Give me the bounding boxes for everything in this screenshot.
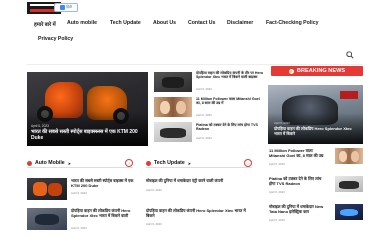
article-thumbnail[interactable] (154, 122, 192, 142)
feature-date: April 6, 2023 (274, 121, 290, 125)
breaking-news-label: BREAKING NEWS (296, 68, 346, 74)
section-header-auto-mobile: Auto Mobile ➤ › (27, 158, 133, 168)
thumbnail-face (160, 101, 170, 114)
thumbnail-motorcycle (35, 214, 59, 225)
breaking-feature-article[interactable]: April 6, 2023 दोपहिया वाहन की लोकप्रिय H… (268, 85, 363, 144)
arrow-right-icon: ➤ (187, 160, 192, 166)
breaking-item-title[interactable]: मोबाइल की दुनिया में धमाकेदार New Tata N… (269, 204, 329, 214)
article-date: April 6, 2023 (196, 87, 212, 91)
view-more-button[interactable]: › (125, 159, 133, 167)
nav-item-fact-checking[interactable]: Fact-Checking Policy (266, 20, 318, 26)
feature-title[interactable]: दोपहिया वाहन की लोकप्रिय Hero Splendor X… (274, 126, 360, 136)
nav-item-contact-us[interactable]: Contact Us (188, 20, 215, 26)
article-thumbnail[interactable] (27, 208, 67, 230)
article-date: April 6, 2023 (196, 113, 212, 117)
article-title[interactable]: मोबाइल की दुनिया में धमाकेदार एंट्री करन… (146, 178, 252, 183)
section-underline (146, 167, 252, 168)
thumbnail-face (176, 101, 186, 114)
breaking-item-date: April 6, 2023 (269, 218, 285, 222)
article-thumbnail[interactable] (154, 97, 192, 117)
thumbnail-car (340, 209, 358, 216)
breaking-item-thumbnail[interactable] (335, 148, 363, 164)
hero-title[interactable]: भारत की सबसे सस्ती स्पोर्ट्स बाइक्स्स्र्… (31, 129, 145, 141)
thumbnail-face (339, 151, 347, 162)
breaking-item-title[interactable]: Platina को टक्कर देने के लिए लांच होगा T… (269, 176, 329, 186)
breaking-item-date: April 6, 2023 (269, 162, 285, 166)
section-header-tech-update: Tech Update ➤ › (146, 158, 252, 168)
breaking-item-thumbnail[interactable] (335, 176, 363, 192)
breaking-item-title[interactable]: 11 Million Follower वाला Mitanshi Goel क… (269, 148, 329, 158)
thumbnail-motorcycle (33, 182, 47, 196)
thumbnail-face (351, 151, 359, 162)
section-title[interactable]: Auto Mobile (35, 160, 65, 166)
nav-item-auto-mobile[interactable]: Auto mobile (67, 20, 97, 26)
breaking-news-header: ⚡ BREAKING NEWS (271, 66, 363, 76)
article-date: April 6, 2023 (146, 188, 162, 192)
nav-item-privacy-policy[interactable]: Privacy Policy (38, 36, 73, 42)
article-title[interactable]: दोपहिया वाहन की लोकप्रिय कंपनी Hero Sple… (146, 208, 252, 218)
article-title[interactable]: 11 Million Follower वाला Mitanshi Goel क… (196, 97, 264, 106)
breaking-item-date: April 6, 2023 (269, 190, 285, 194)
section-underline (27, 167, 133, 168)
hero-date: April 6, 2023 (31, 124, 49, 128)
thumbnail-motorcycle (160, 128, 186, 138)
thumbnail-motorcycle (162, 77, 184, 88)
nav-item-about-hindi[interactable]: हमारे बारे में (34, 20, 56, 28)
view-more-button[interactable]: › (244, 159, 252, 167)
article-title[interactable]: दोपहिया वाहन की लोकप्रिय कंपनी के तौर पर… (196, 71, 264, 80)
feature-image-badge (340, 91, 358, 99)
section-title[interactable]: Tech Update (154, 160, 185, 166)
article-date: April 6, 2023 (146, 222, 162, 226)
thumbnail-motorcycle (48, 183, 62, 196)
nav-item-tech-update[interactable]: Tech Update (110, 20, 141, 26)
breaking-item-thumbnail[interactable] (335, 204, 363, 220)
article-date: April 6, 2023 (71, 226, 87, 230)
nav-item-disclaimer[interactable]: Disclaimer (227, 20, 253, 26)
language-selector[interactable]: हिंदी (54, 3, 78, 12)
article-title[interactable]: Platina को टक्कर देने के लिए लांच होगा T… (196, 123, 264, 132)
section-dot-icon (146, 160, 151, 166)
header-divider (27, 64, 363, 65)
nav-item-about-us[interactable]: About Us (153, 20, 176, 26)
article-date: April 6, 2023 (196, 136, 212, 140)
google-translate-icon (60, 5, 66, 10)
article-title[interactable]: भारत की सबसे सस्ती स्पोर्ट्स बाइक्स में … (71, 178, 135, 188)
arrow-right-icon: ➤ (67, 160, 72, 166)
section-dot-icon (27, 160, 32, 166)
search-icon[interactable] (346, 51, 354, 59)
language-label: हिंदी (66, 5, 72, 9)
thumbnail-motorcycle (339, 181, 359, 189)
article-title[interactable]: दोपहिया वाहन की लोकप्रिय कंपनी Hero Sple… (71, 208, 135, 218)
article-thumbnail[interactable] (154, 72, 192, 92)
article-date: April 6, 2023 (71, 191, 87, 195)
bolt-icon: ⚡ (288, 68, 294, 74)
hero-article[interactable]: April 6, 2023 भारत की सबसे सस्ती स्पोर्ट… (27, 72, 148, 146)
article-thumbnail[interactable] (27, 178, 67, 200)
